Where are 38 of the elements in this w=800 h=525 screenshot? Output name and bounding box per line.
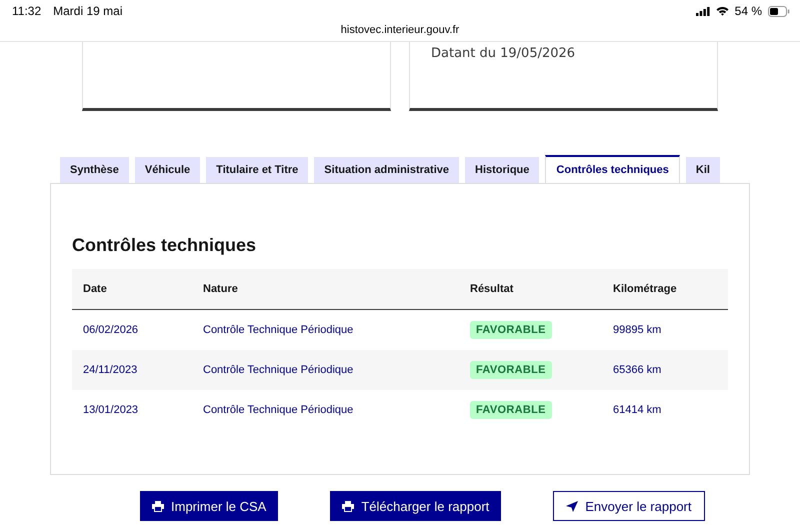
date-cell: 06/02/2026 xyxy=(83,324,138,336)
battery-icon xyxy=(768,6,790,16)
send-icon xyxy=(566,500,578,512)
result-badge: FAVORABLE xyxy=(470,361,552,379)
printer-icon xyxy=(342,500,354,512)
tab[interactable]: Historique xyxy=(465,157,540,183)
tab[interactable]: Véhicule xyxy=(134,157,200,183)
date-cell: 24/11/2023 xyxy=(83,364,138,376)
battery-percent: 54 % xyxy=(734,4,762,18)
nature-cell: Contrôle Technique Périodique xyxy=(203,364,354,376)
tab[interactable]: Contrôles techniques xyxy=(545,155,680,183)
mileage-cell: 61414 km xyxy=(613,404,662,416)
column-header: Kilométrage xyxy=(602,269,728,310)
card-text: Datant du 19/05/2026 xyxy=(431,45,576,61)
mileage-cell: 99895 km xyxy=(613,324,662,336)
result-badge: FAVORABLE xyxy=(470,321,552,339)
column-header: Date xyxy=(72,269,192,310)
tab[interactable]: Kil xyxy=(686,157,720,183)
tab[interactable]: Titulaire et Titre xyxy=(206,157,308,183)
action-button[interactable]: Envoyer le rapport xyxy=(553,491,704,521)
tab[interactable]: Situation administrative xyxy=(314,157,459,183)
nature-cell: Contrôle Technique Périodique xyxy=(203,324,354,336)
action-button[interactable]: Imprimer le CSA xyxy=(140,491,278,521)
mileage-cell: 65366 km xyxy=(613,364,662,376)
printer-icon xyxy=(152,500,164,512)
tab[interactable]: Synthèse xyxy=(60,157,129,183)
status-time: 11:32 xyxy=(12,4,42,18)
section-title: Contrôles techniques xyxy=(72,235,256,256)
wifi-icon xyxy=(716,6,729,16)
date-cell: 13/01/2023 xyxy=(83,404,138,416)
column-header: Nature xyxy=(192,269,459,310)
nature-cell: Contrôle Technique Périodique xyxy=(203,404,354,416)
status-date: Mardi 19 mai xyxy=(53,4,122,18)
address-url[interactable]: histovec.interieur.gouv.fr xyxy=(340,24,460,36)
action-button[interactable]: Télécharger le rapport xyxy=(330,491,502,521)
result-badge: FAVORABLE xyxy=(470,401,552,419)
column-header: Résultat xyxy=(459,269,602,310)
signal-icon xyxy=(696,6,710,16)
